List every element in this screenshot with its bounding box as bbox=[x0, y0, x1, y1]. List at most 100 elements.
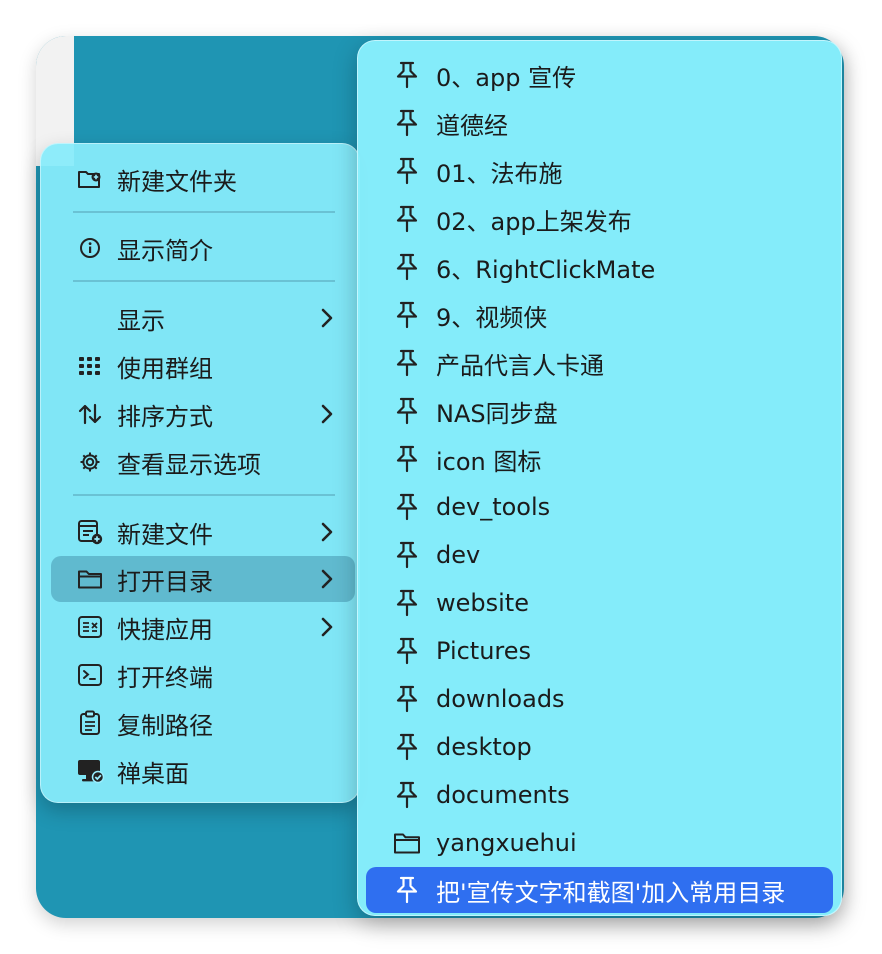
submenu-item[interactable]: downloads bbox=[366, 676, 833, 722]
menu-item-label: 打开终端 bbox=[117, 663, 213, 692]
pin-icon bbox=[392, 588, 422, 618]
new-file-icon bbox=[75, 517, 105, 547]
pin-icon bbox=[392, 252, 422, 282]
blank-icon-slot bbox=[75, 303, 105, 333]
pin-icon bbox=[392, 636, 422, 666]
submenu-item-label: 把'宣传文字和截图'加入常用目录 bbox=[436, 878, 786, 907]
terminal-icon bbox=[75, 660, 105, 690]
pin-icon bbox=[392, 540, 422, 570]
submenu-item-label: 9、视频侠 bbox=[436, 303, 548, 332]
menu-item-quick-apps[interactable]: 快捷应用 bbox=[51, 604, 355, 650]
submenu-item[interactable]: 道德经 bbox=[366, 100, 833, 146]
menu-item-show[interactable]: 显示 bbox=[51, 295, 355, 341]
submenu-item[interactable]: documents bbox=[366, 772, 833, 818]
menu-item-label: 新建文件 bbox=[117, 520, 213, 549]
menu-item-label: 禅桌面 bbox=[117, 759, 189, 788]
chevron-right-icon bbox=[317, 567, 337, 591]
menu-item-label: 显示简介 bbox=[117, 236, 213, 265]
menu-separator bbox=[73, 280, 335, 282]
submenu-item[interactable]: dev bbox=[366, 532, 833, 578]
new-folder-icon bbox=[75, 164, 105, 194]
menu-item-copy-path[interactable]: 复制路径 bbox=[51, 700, 355, 746]
chevron-right-icon bbox=[317, 306, 337, 330]
pin-icon bbox=[392, 732, 422, 762]
folder-icon bbox=[75, 564, 105, 594]
submenu-item-label: 01、法布施 bbox=[436, 159, 563, 188]
clipboard-icon bbox=[75, 708, 105, 738]
submenu-item[interactable]: 产品代言人卡通 bbox=[366, 340, 833, 386]
submenu-item-label: 产品代言人卡通 bbox=[436, 351, 604, 380]
menu-item-label: 查看显示选项 bbox=[117, 450, 261, 479]
pin-icon bbox=[392, 396, 422, 426]
submenu-item-label: 02、app上架发布 bbox=[436, 207, 632, 236]
desktop-check-icon bbox=[75, 756, 105, 786]
submenu-item-label: yangxuehui bbox=[436, 829, 577, 857]
submenu-item-label: documents bbox=[436, 781, 570, 809]
chevron-right-icon bbox=[317, 520, 337, 544]
menu-item-open-directory[interactable]: 打开目录 bbox=[51, 556, 355, 602]
chevron-right-icon bbox=[317, 615, 337, 639]
menu-item-label: 排序方式 bbox=[117, 402, 213, 431]
pin-icon bbox=[392, 60, 422, 90]
chevron-right-icon bbox=[317, 402, 337, 426]
menu-item-get-info[interactable]: 显示简介 bbox=[51, 225, 355, 271]
submenu-item-label: desktop bbox=[436, 733, 532, 761]
menu-item-zen-desktop[interactable]: 禅桌面 bbox=[51, 748, 355, 794]
pin-icon bbox=[392, 492, 422, 522]
menu-item-label: 新建文件夹 bbox=[117, 167, 237, 196]
folder-icon bbox=[392, 828, 422, 858]
submenu-item-label: 6、RightClickMate bbox=[436, 255, 656, 284]
pin-icon bbox=[392, 108, 422, 138]
submenu-item[interactable]: Pictures bbox=[366, 628, 833, 674]
context-menu: 新建文件夹 显示简介 显示 使用群组 排序方式 查看显示选项 新建文件 打开目录… bbox=[40, 143, 360, 803]
submenu-item-label: Pictures bbox=[436, 637, 532, 665]
submenu-item[interactable]: 02、app上架发布 bbox=[366, 196, 833, 242]
pin-icon bbox=[392, 300, 422, 330]
submenu-item[interactable]: 9、视频侠 bbox=[366, 292, 833, 338]
menu-item-label: 打开目录 bbox=[117, 567, 213, 596]
menu-item-label: 快捷应用 bbox=[117, 615, 213, 644]
pin-icon bbox=[392, 875, 422, 905]
menu-item-new-file[interactable]: 新建文件 bbox=[51, 509, 355, 555]
app-shortcut-icon bbox=[75, 612, 105, 642]
menu-item-sort-by[interactable]: 排序方式 bbox=[51, 391, 355, 437]
pin-icon bbox=[392, 684, 422, 714]
submenu-item[interactable]: desktop bbox=[366, 724, 833, 770]
menu-item-label: 使用群组 bbox=[117, 354, 213, 383]
gear-icon bbox=[75, 447, 105, 477]
pin-icon bbox=[392, 444, 422, 474]
grid-icon bbox=[75, 351, 105, 381]
submenu-item[interactable]: yangxuehui bbox=[366, 820, 833, 866]
menu-separator bbox=[73, 494, 335, 496]
submenu-item-label: website bbox=[436, 589, 529, 617]
pin-icon bbox=[392, 204, 422, 234]
menu-item-open-terminal[interactable]: 打开终端 bbox=[51, 652, 355, 698]
pin-icon bbox=[392, 348, 422, 378]
menu-item-view-options[interactable]: 查看显示选项 bbox=[51, 439, 355, 485]
submenu-item[interactable]: 0、app 宣传 bbox=[366, 52, 833, 98]
submenu-item[interactable]: 01、法布施 bbox=[366, 148, 833, 194]
submenu-item-label: icon 图标 bbox=[436, 447, 542, 476]
menu-item-label: 显示 bbox=[117, 306, 165, 335]
submenu-item[interactable]: website bbox=[366, 580, 833, 626]
submenu-item-add-to-favorites[interactable]: 把'宣传文字和截图'加入常用目录 bbox=[366, 867, 833, 913]
pin-icon bbox=[392, 780, 422, 810]
menu-item-use-groups[interactable]: 使用群组 bbox=[51, 343, 355, 389]
info-icon bbox=[75, 233, 105, 263]
submenu-item-label: 0、app 宣传 bbox=[436, 63, 577, 92]
menu-item-new-folder[interactable]: 新建文件夹 bbox=[51, 156, 355, 202]
submenu-item[interactable]: NAS同步盘 bbox=[366, 388, 833, 434]
submenu-item[interactable]: icon 图标 bbox=[366, 436, 833, 482]
open-directory-submenu: 0、app 宣传 道德经 01、法布施 02、app上架发布 6、RightCl… bbox=[357, 40, 842, 916]
screen: 新建文件夹 显示简介 显示 使用群组 排序方式 查看显示选项 新建文件 打开目录… bbox=[0, 0, 882, 954]
menu-separator bbox=[73, 211, 335, 213]
submenu-item[interactable]: 6、RightClickMate bbox=[366, 244, 833, 290]
sort-arrows-icon bbox=[75, 399, 105, 429]
submenu-item-label: 道德经 bbox=[436, 111, 508, 140]
submenu-item-label: NAS同步盘 bbox=[436, 399, 558, 428]
pin-icon bbox=[392, 156, 422, 186]
menu-item-label: 复制路径 bbox=[117, 711, 213, 740]
submenu-item[interactable]: dev_tools bbox=[366, 484, 833, 530]
submenu-item-label: dev bbox=[436, 541, 481, 569]
submenu-item-label: dev_tools bbox=[436, 493, 551, 521]
